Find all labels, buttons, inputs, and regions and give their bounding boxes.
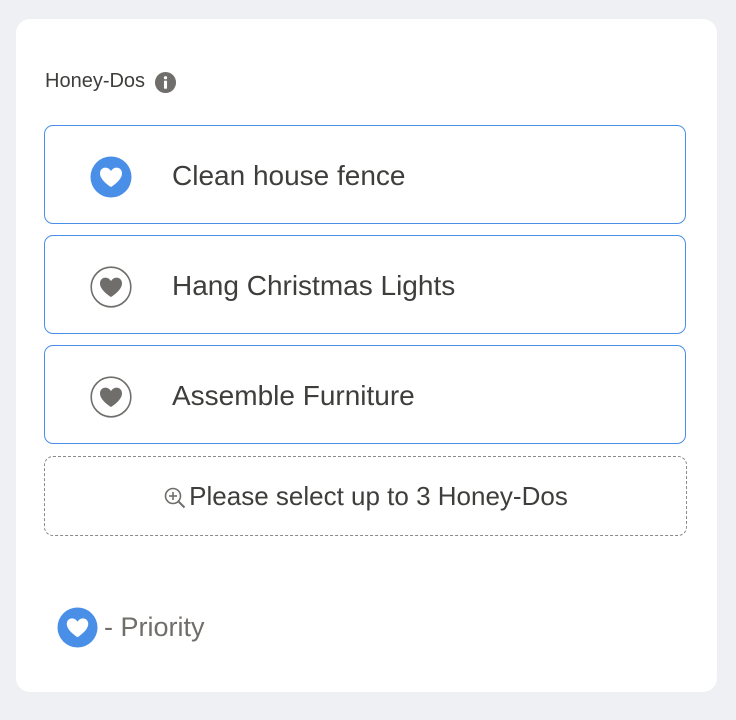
field-label: Honey-Dos (45, 69, 177, 94)
heart-filled-icon (57, 607, 98, 648)
zoom-in-icon (164, 487, 186, 509)
honey-do-label: Assemble Furniture (172, 380, 415, 411)
select-honey-dos-button[interactable]: Please select up to 3 Honey-Dos (44, 456, 687, 536)
heart-filled-icon[interactable] (90, 156, 132, 198)
honey-do-item[interactable]: Assemble Furniture (44, 345, 686, 444)
priority-legend-text: - Priority (104, 612, 205, 642)
heart-outline-icon[interactable] (90, 266, 132, 308)
honey-do-item[interactable]: Clean house fence (44, 125, 686, 224)
heart-outline-icon[interactable] (90, 376, 132, 418)
priority-legend: - Priority (57, 607, 205, 648)
info-icon[interactable] (154, 71, 177, 94)
honey-do-label: Clean house fence (172, 160, 406, 191)
honey-dos-card: Honey-Dos Clean house fence Hang Christm… (16, 19, 717, 692)
honey-do-label: Hang Christmas Lights (172, 270, 456, 301)
select-honey-dos-text: Please select up to 3 Honey-Dos (189, 480, 568, 511)
honey-do-item[interactable]: Hang Christmas Lights (44, 235, 686, 334)
field-label-text: Honey-Dos (45, 70, 146, 92)
